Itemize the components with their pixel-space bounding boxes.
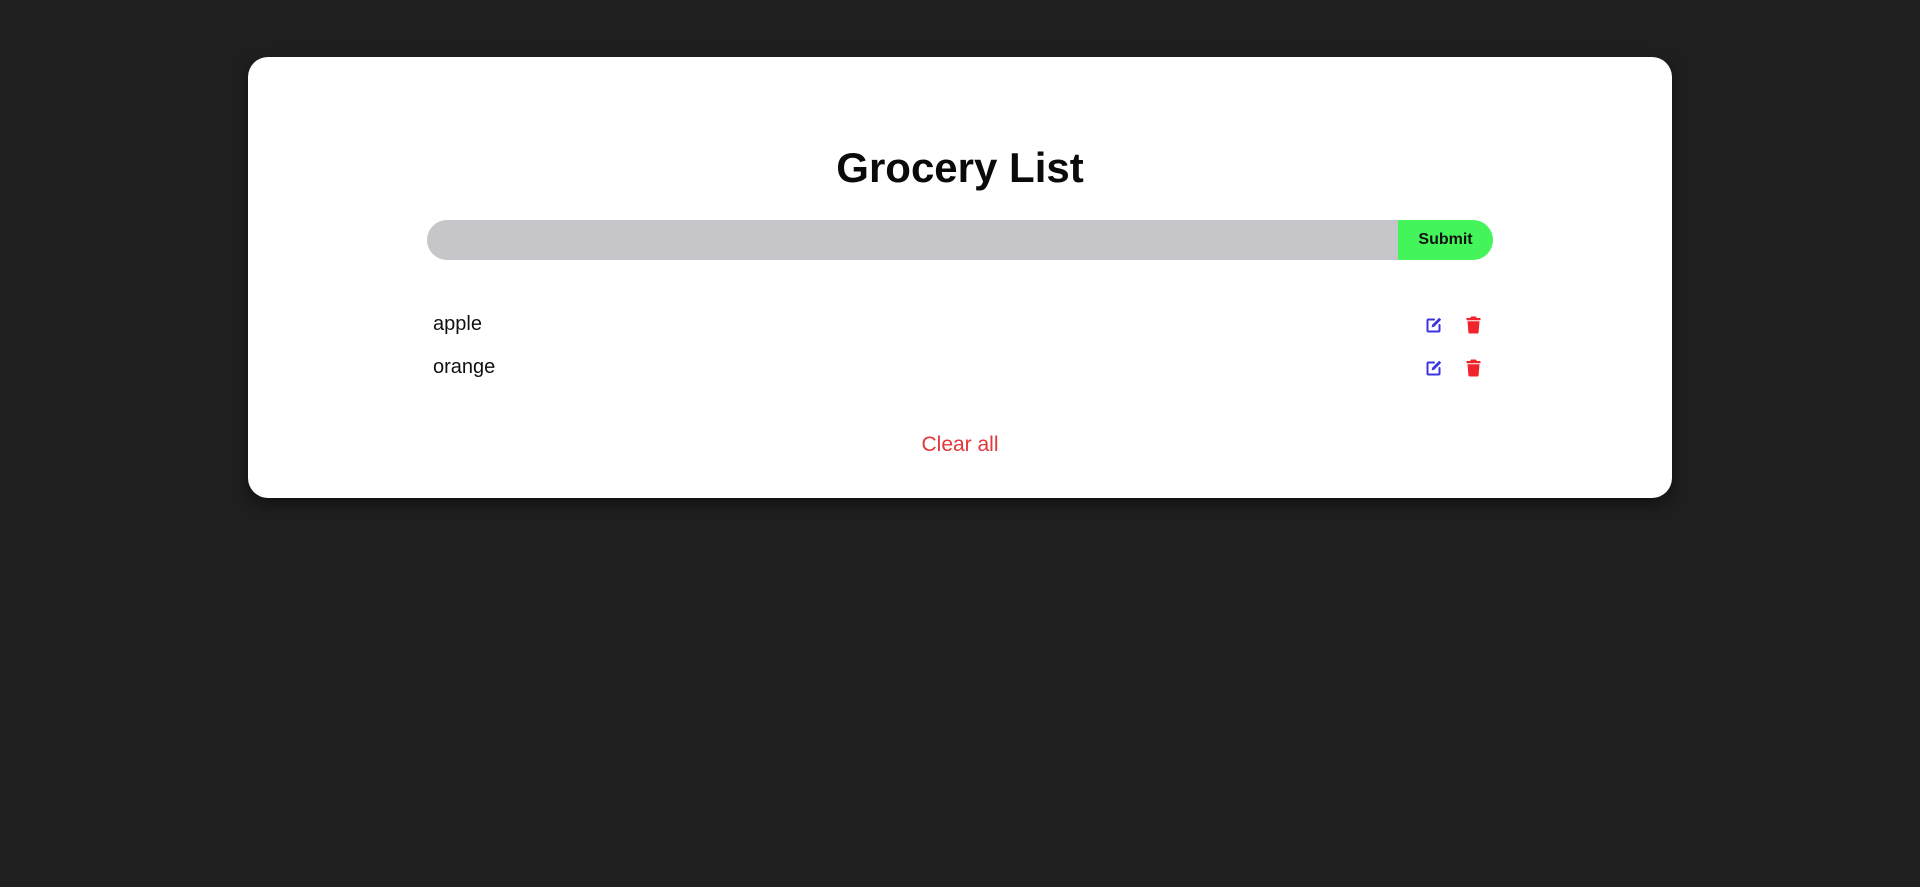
page-title: Grocery List — [836, 144, 1084, 191]
grocery-card: Grocery List Submit apple orange Clear a… — [248, 57, 1672, 498]
edit-icon[interactable] — [1425, 358, 1443, 378]
list-item: orange — [427, 346, 1493, 389]
item-actions — [1425, 315, 1493, 335]
item-name: orange — [433, 356, 496, 378]
clear-all-button[interactable]: Clear all — [248, 433, 1672, 457]
item-name: apple — [433, 313, 482, 335]
add-item-form: Submit — [427, 220, 1493, 260]
item-actions — [1425, 358, 1493, 378]
trash-icon[interactable] — [1464, 315, 1482, 335]
submit-button[interactable]: Submit — [1398, 220, 1493, 260]
edit-icon[interactable] — [1425, 315, 1443, 335]
trash-icon[interactable] — [1464, 358, 1482, 378]
list-item: apple — [427, 303, 1493, 346]
grocery-input[interactable] — [427, 220, 1398, 260]
grocery-list: apple orange — [427, 303, 1493, 389]
